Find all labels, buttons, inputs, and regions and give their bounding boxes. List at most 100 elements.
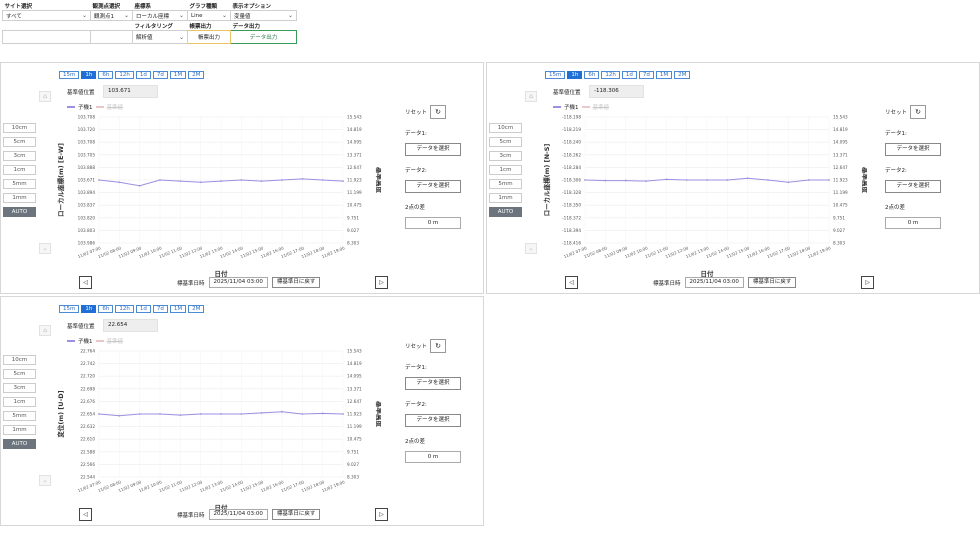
tab-7d[interactable]: 7d	[638, 71, 654, 79]
tab-2M[interactable]: 2M	[674, 71, 691, 79]
coord-select[interactable]: ローカル座標 ⌄	[132, 10, 188, 21]
tab-15m[interactable]: 15m	[59, 305, 80, 313]
range-1cm[interactable]: 1cm	[3, 397, 36, 407]
next-button[interactable]: ▷	[375, 508, 388, 521]
data-point[interactable]	[685, 179, 688, 181]
data-point[interactable]	[726, 179, 729, 181]
data-point[interactable]	[624, 179, 627, 182]
tab-15m[interactable]: 15m	[545, 71, 566, 79]
data-point[interactable]	[138, 184, 141, 187]
data-point[interactable]	[342, 413, 344, 415]
range-5mm[interactable]: 5mm	[3, 411, 36, 421]
report-button[interactable]: 帳票出力	[187, 30, 231, 44]
scroll-up-button[interactable]: ⌂	[525, 91, 537, 102]
data-point[interactable]	[138, 413, 141, 415]
range-1mm[interactable]: 1mm	[489, 193, 522, 203]
range-1cm[interactable]: 1cm	[3, 165, 36, 175]
data-point[interactable]	[240, 413, 243, 415]
prev-button[interactable]: ◁	[79, 276, 92, 289]
prev-button[interactable]: ◁	[565, 276, 578, 289]
select-data2-button[interactable]: データを選択	[405, 180, 461, 193]
prev-button[interactable]: ◁	[79, 508, 92, 521]
tab-1h[interactable]: 1h	[81, 305, 97, 313]
data-point[interactable]	[260, 180, 263, 183]
data-output-button[interactable]: データ出力	[230, 30, 297, 44]
data-point[interactable]	[604, 179, 607, 182]
data-point[interactable]	[301, 413, 304, 415]
chart-legend[interactable]: 子機1 基準値	[67, 103, 123, 111]
tab-12h[interactable]: 12h	[115, 71, 134, 79]
next-button[interactable]: ▷	[375, 276, 388, 289]
range-3cm[interactable]: 3cm	[3, 383, 36, 393]
range-auto[interactable]: AUTO	[3, 207, 36, 217]
tab-1d[interactable]: 1d	[135, 305, 151, 313]
range-5cm[interactable]: 5cm	[3, 137, 36, 147]
site-select[interactable]: すべて ⌄	[2, 10, 91, 21]
tab-1M[interactable]: 1M	[655, 71, 673, 79]
tab-6h[interactable]: 6h	[98, 71, 114, 79]
select-data1-button[interactable]: データを選択	[885, 143, 941, 156]
select-data1-button[interactable]: データを選択	[405, 143, 461, 156]
data-point[interactable]	[645, 180, 647, 183]
data-point[interactable]	[584, 179, 586, 181]
data-point[interactable]	[98, 413, 100, 415]
data-point[interactable]	[179, 180, 182, 183]
data-point[interactable]	[321, 412, 324, 415]
data-point[interactable]	[199, 413, 202, 415]
range-5cm[interactable]: 5cm	[3, 369, 36, 379]
line-chart[interactable]: 103.708 15.543 103.720 14.819 103.708 14.095 1…	[41, 111, 381, 291]
line-chart[interactable]: 22.764 15.543 22.742 14.819 22.720 14.095 22.6…	[41, 345, 381, 525]
range-3cm[interactable]: 3cm	[3, 151, 36, 161]
tab-1M[interactable]: 1M	[169, 71, 187, 79]
data-point[interactable]	[281, 410, 283, 413]
data-point[interactable]	[159, 179, 161, 181]
range-1mm[interactable]: 1mm	[3, 425, 36, 435]
data-point[interactable]	[706, 179, 708, 181]
chart-legend[interactable]: 子機1 基準値	[553, 103, 609, 111]
data-point[interactable]	[118, 414, 121, 417]
display-select[interactable]: 変量値 ⌄	[230, 10, 297, 21]
base-date-value[interactable]: 2025/11/04 03:00	[208, 277, 268, 288]
tab-2M[interactable]: 2M	[188, 305, 205, 313]
tab-6h[interactable]: 6h	[98, 305, 114, 313]
line-chart[interactable]: -118.198 15.543 -118.219 14.819 -118.240 14.0…	[527, 111, 867, 291]
tab-6h[interactable]: 6h	[584, 71, 600, 79]
data-point[interactable]	[118, 181, 121, 184]
tab-12h[interactable]: 12h	[601, 71, 620, 79]
data-point[interactable]	[179, 414, 182, 417]
range-10cm[interactable]: 10cm	[3, 355, 36, 365]
data-point[interactable]	[281, 179, 283, 181]
point-select[interactable]: 観測点1 ⌄	[90, 10, 133, 21]
data-point[interactable]	[159, 413, 161, 415]
select-data2-button[interactable]: データを選択	[405, 414, 461, 427]
data-point[interactable]	[199, 181, 202, 184]
tab-1M[interactable]: 1M	[169, 305, 187, 313]
tab-1h[interactable]: 1h	[567, 71, 583, 79]
data-point[interactable]	[220, 180, 222, 183]
data-point[interactable]	[301, 177, 304, 180]
filter-select[interactable]: 解析値 ⌄	[132, 30, 188, 44]
range-1mm[interactable]: 1mm	[3, 193, 36, 203]
select-data2-button[interactable]: データを選択	[885, 180, 941, 193]
range-auto[interactable]: AUTO	[489, 207, 522, 217]
tab-2M[interactable]: 2M	[188, 71, 205, 79]
tab-12h[interactable]: 12h	[115, 305, 134, 313]
chart-legend[interactable]: 子機1 基準値	[67, 337, 123, 345]
select-data1-button[interactable]: データを選択	[405, 377, 461, 390]
next-button[interactable]: ▷	[861, 276, 874, 289]
range-auto[interactable]: AUTO	[3, 439, 36, 449]
data-point[interactable]	[260, 411, 263, 414]
base-date-reset-button[interactable]: 標基準日に戻す	[271, 277, 321, 288]
tab-1h[interactable]: 1h	[81, 71, 97, 79]
data-point[interactable]	[767, 179, 769, 181]
range-10cm[interactable]: 10cm	[3, 123, 36, 133]
range-5mm[interactable]: 5mm	[489, 179, 522, 189]
base-date-reset-button[interactable]: 標基準日に戻す	[271, 509, 321, 520]
data-point[interactable]	[240, 179, 243, 181]
refresh-icon[interactable]: ↻	[910, 105, 927, 119]
range-5cm[interactable]: 5cm	[489, 137, 522, 147]
data-point[interactable]	[321, 179, 324, 181]
base-date-value[interactable]: 2025/11/04 03:00	[208, 509, 268, 520]
data-point[interactable]	[342, 180, 344, 183]
range-3cm[interactable]: 3cm	[489, 151, 522, 161]
